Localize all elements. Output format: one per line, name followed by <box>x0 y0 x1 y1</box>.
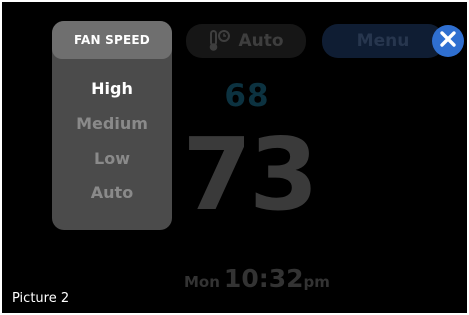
fan-speed-title: FAN SPEED <box>52 21 172 59</box>
mode-label: Auto <box>238 31 284 51</box>
fan-option-auto[interactable]: Auto <box>52 183 172 202</box>
thermostat-screen: Auto Menu 68 73 Mon 10:32pm FAN SPEED Hig… <box>2 2 467 313</box>
current-temperature: 73 <box>182 116 318 233</box>
mode-button[interactable]: Auto <box>186 24 306 58</box>
clock-time: 10:32 <box>223 264 304 293</box>
setpoint-temperature: 68 <box>224 78 270 114</box>
fan-option-medium[interactable]: Medium <box>52 114 172 133</box>
screenshot-frame: Auto Menu 68 73 Mon 10:32pm FAN SPEED Hig… <box>0 0 469 315</box>
menu-label: Menu <box>356 31 410 51</box>
close-icon <box>439 30 457 52</box>
fan-speed-panel: FAN SPEED High Medium Low Auto <box>52 21 172 230</box>
clock: Mon 10:32pm <box>184 264 330 293</box>
clock-ampm: pm <box>303 273 330 291</box>
fan-option-low[interactable]: Low <box>52 149 172 168</box>
fan-option-high[interactable]: High <box>52 79 172 98</box>
picture-caption: Picture 2 <box>12 291 70 306</box>
thermometer-clock-icon <box>208 29 232 53</box>
clock-day: Mon <box>184 273 220 291</box>
menu-button[interactable]: Menu <box>322 24 444 58</box>
close-button[interactable] <box>432 25 464 57</box>
